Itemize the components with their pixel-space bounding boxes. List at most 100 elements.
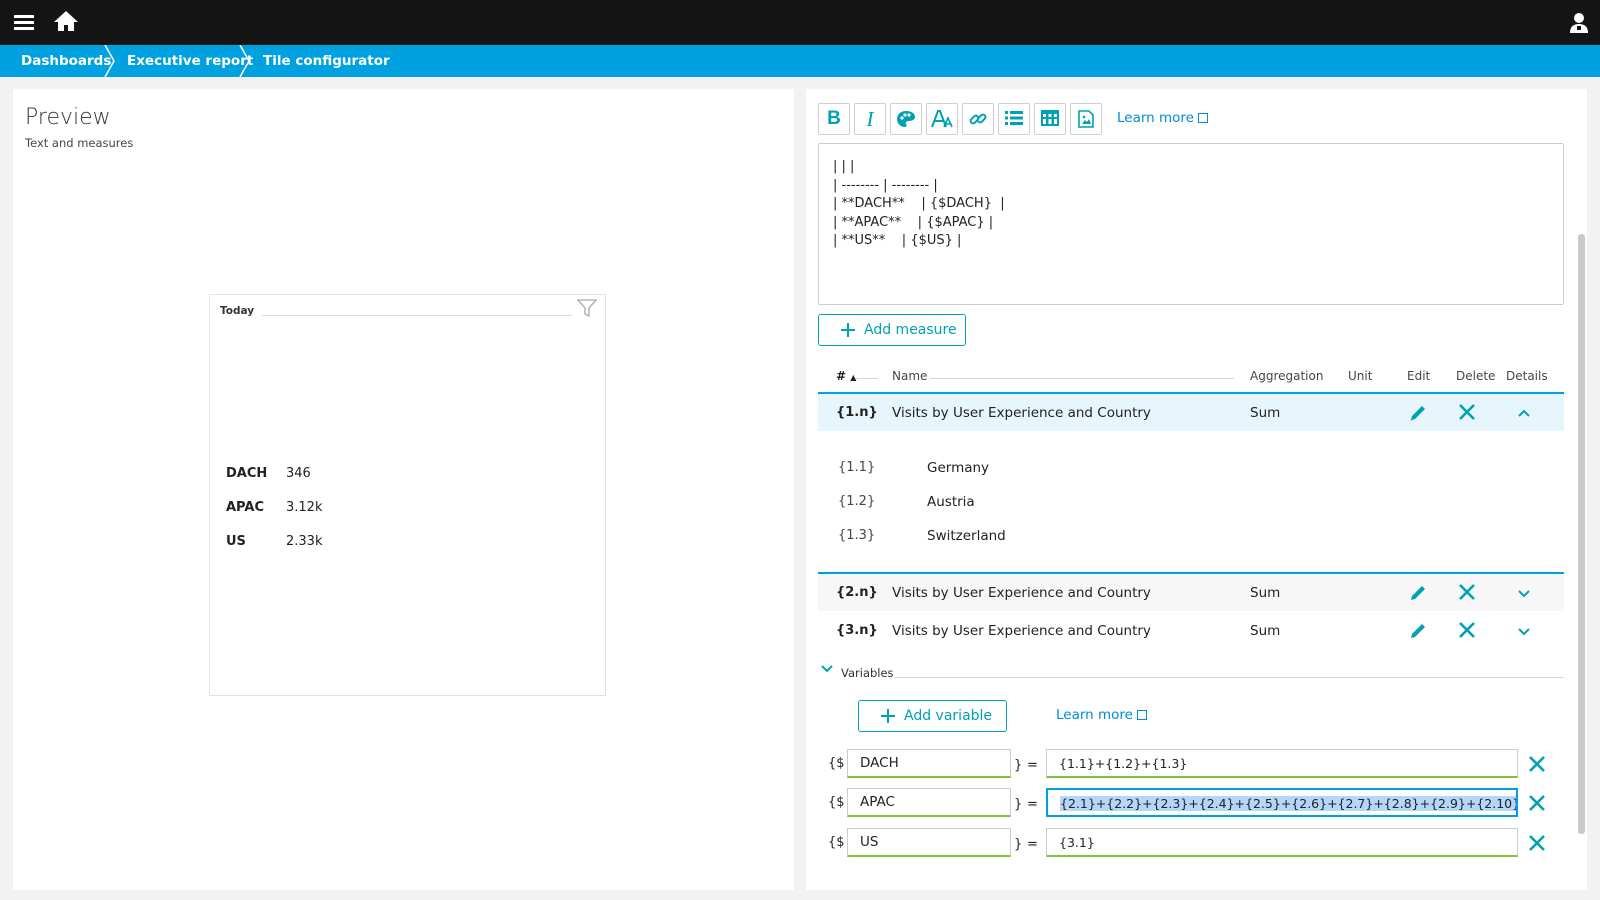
measure-row[interactable]: {2.n} Visits by User Experience and Coun… [818,572,1564,611]
chevron-up-icon[interactable] [1517,408,1531,418]
scrollbar[interactable] [1578,234,1585,834]
learn-more-label: Learn more [1117,110,1194,126]
breadcrumb-tile-configurator: Tile configurator [263,53,390,69]
tile-row-label: DACH [226,466,268,481]
measure-id: {2.n} [836,585,878,600]
variable-name-input[interactable]: DACH [847,749,1011,778]
variables-divider [894,677,1564,678]
variable-prefix: {$ [828,795,845,810]
tile-timeframe: Today [220,305,255,317]
subrow-name: Austria [927,494,975,510]
home-icon[interactable] [53,9,81,35]
table-icon [1041,110,1059,126]
delete-variable-icon[interactable] [1528,834,1546,852]
measure-name: Visits by User Experience and Country [892,585,1151,601]
external-link-icon [1198,113,1208,123]
bold-icon: B [827,108,841,129]
equals-sign: = [1027,797,1038,812]
equals-sign: = [1027,837,1038,852]
measure-id: {1.n} [836,405,878,420]
preview-title: Preview [25,105,111,130]
link-icon [969,113,987,125]
plus-icon [841,323,855,337]
learn-more-label: Learn more [1056,707,1133,723]
variable-row: {$ DACH } = {1.1}+{1.2}+{1.3} [828,749,1568,779]
delete-icon[interactable] [1458,403,1476,421]
add-measure-button[interactable]: Add measure [818,314,966,346]
tile-row-value: 3.12k [286,500,323,515]
italic-button[interactable]: I [854,103,886,135]
image-icon [1078,110,1094,128]
delete-icon[interactable] [1458,583,1476,601]
edit-pencil-icon[interactable] [1408,403,1428,423]
learn-more-link[interactable]: Learn more [1117,110,1208,126]
header-divider [930,378,1234,379]
breadcrumb-separator-icon [239,45,250,77]
variable-name-input[interactable]: APAC [847,788,1011,817]
column-header-unit[interactable]: Unit [1348,369,1372,383]
chevron-down-icon[interactable] [820,664,834,674]
measure-name: Visits by User Experience and Country [892,405,1151,421]
subrow-id: {1.3} [838,528,876,543]
configurator-panel: B I Learn more | | | | -------- | ------… [806,89,1587,890]
breadcrumb: Dashboards Executive report Tile configu… [0,45,1600,77]
hamburger-menu-icon[interactable] [12,12,36,34]
markdown-editor[interactable]: | | | | -------- | -------- | | **DACH**… [818,143,1564,305]
variable-name-input[interactable]: US [847,828,1011,857]
measure-name: Visits by User Experience and Country [892,623,1151,639]
external-link-icon [1137,710,1147,720]
column-header-edit: Edit [1407,369,1431,383]
chevron-down-icon[interactable] [1517,588,1531,598]
variable-prefix: {$ [828,756,845,771]
measure-row[interactable]: {1.n} Visits by User Experience and Coun… [818,392,1564,431]
measure-aggregation: Sum [1250,623,1281,639]
measure-aggregation: Sum [1250,585,1281,601]
list-button[interactable] [998,103,1030,135]
italic-icon: I [866,107,874,131]
column-header-name[interactable]: Name [892,369,927,383]
user-icon[interactable] [1568,12,1592,34]
variable-suffix: } [1014,837,1023,852]
preview-panel: Preview Text and measures Today DACH 346… [13,89,794,890]
selected-expression-text: {2.1}+{2.2}+{2.3}+{2.4}+{2.5}+{2.6}+{2.7… [1060,796,1516,811]
edit-pencil-icon[interactable] [1408,621,1428,641]
equals-sign: = [1027,758,1038,773]
variable-expression-input[interactable]: {1.1}+{1.2}+{1.3} [1046,749,1518,778]
font-size-button[interactable] [926,103,958,135]
breadcrumb-executive-report[interactable]: Executive report [127,45,253,77]
add-variable-button[interactable]: Add variable [858,700,1007,732]
variables-label[interactable]: Variables [841,666,894,680]
breadcrumb-separator-icon [104,45,115,77]
variables-learn-more-link[interactable]: Learn more [1056,707,1147,723]
bold-button[interactable]: B [818,103,850,135]
color-button[interactable] [890,103,922,135]
preview-tile[interactable]: Today DACH 346 APAC 3.12k US 2.33k [209,294,606,696]
filter-icon[interactable] [577,299,597,317]
subrow-name: Germany [927,460,990,476]
tile-row-label: APAC [226,500,264,515]
list-icon [1005,111,1023,125]
column-header-aggregation[interactable]: Aggregation [1250,369,1323,383]
delete-variable-icon[interactable] [1528,755,1546,773]
delete-variable-icon[interactable] [1528,794,1546,812]
breadcrumb-dashboards[interactable]: Dashboards [21,45,111,77]
header-divider [856,378,878,379]
column-header-details: Details [1506,369,1548,383]
variable-expression-input[interactable]: {3.1} [1046,828,1518,857]
link-button[interactable] [962,103,994,135]
table-button[interactable] [1034,103,1066,135]
variable-expression-input[interactable]: {2.1}+{2.2}+{2.3}+{2.4}+{2.5}+{2.6}+{2.7… [1046,788,1518,817]
delete-icon[interactable] [1458,621,1476,639]
plus-icon [881,709,895,723]
column-header-number[interactable]: # ▲ [836,369,856,383]
column-header-number-label: # [836,369,847,383]
edit-pencil-icon[interactable] [1408,583,1428,603]
measure-row[interactable]: {3.n} Visits by User Experience and Coun… [818,612,1564,651]
variable-suffix: } [1014,797,1023,812]
image-button[interactable] [1070,103,1102,135]
tile-row-value: 2.33k [286,534,323,549]
chevron-down-icon[interactable] [1517,626,1531,636]
subrow-name: Switzerland [927,528,1006,544]
tile-row-label: US [226,534,246,549]
font-size-icon [931,110,953,128]
